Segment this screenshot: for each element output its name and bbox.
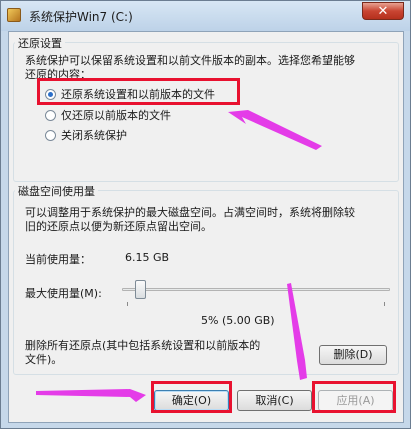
slider-track[interactable] xyxy=(122,288,390,291)
max-usage-display: 5% (5.00 GB) xyxy=(201,314,275,327)
radio-turn-off-protection[interactable]: 关闭系统保护 xyxy=(45,127,127,143)
current-usage-label: 当前使用量： xyxy=(25,253,91,266)
delete-description-line2: 文件)。 xyxy=(25,353,63,366)
delete-button[interactable]: 删除(D) xyxy=(319,345,387,365)
close-icon: ✕ xyxy=(377,4,389,19)
radio-label: 仅还原以前版本的文件 xyxy=(61,109,171,122)
max-usage-label: 最大使用量(M): xyxy=(25,287,102,300)
current-usage-value: 6.15 GB xyxy=(125,251,170,264)
close-button[interactable]: ✕ xyxy=(362,2,404,20)
system-protection-icon xyxy=(7,8,21,22)
cancel-button[interactable]: 取消(C) xyxy=(237,390,312,411)
disk-description-line2: 旧的还原点以便为新还原点留出空间。 xyxy=(25,220,212,233)
radio-restore-settings-and-files[interactable]: 还原系统设置和以前版本的文件 xyxy=(45,86,215,102)
radio-button[interactable] xyxy=(45,129,56,141)
restore-settings-title: 还原设置 xyxy=(15,35,65,51)
radio-button-checked[interactable] xyxy=(45,88,56,100)
slider-tick xyxy=(384,302,385,306)
title-bar[interactable]: 系统保护Win7 (C:) ✕ xyxy=(1,1,410,31)
max-usage-slider[interactable] xyxy=(122,280,390,308)
disk-space-title: 磁盘空间使用量 xyxy=(15,183,98,199)
system-protection-dialog: 系统保护Win7 (C:) ✕ 还原设置 系统保护可以保留系统设置和以前文件版本… xyxy=(0,0,411,429)
radio-restore-files-only[interactable]: 仅还原以前版本的文件 xyxy=(45,107,171,123)
window-title: 系统保护Win7 (C:) xyxy=(29,10,133,24)
radio-button[interactable] xyxy=(45,109,56,121)
slider-thumb[interactable] xyxy=(135,280,146,299)
dialog-content: 还原设置 系统保护可以保留系统设置和以前文件版本的副本。选择您希望能够 还原的内… xyxy=(8,31,404,423)
apply-button[interactable]: 应用(A) xyxy=(318,390,393,411)
ok-button[interactable]: 确定(O) xyxy=(154,390,229,411)
radio-label: 还原系统设置和以前版本的文件 xyxy=(61,88,215,101)
slider-tick xyxy=(127,302,128,306)
restore-description-line2: 还原的内容： xyxy=(25,68,91,81)
radio-label: 关闭系统保护 xyxy=(61,129,127,142)
